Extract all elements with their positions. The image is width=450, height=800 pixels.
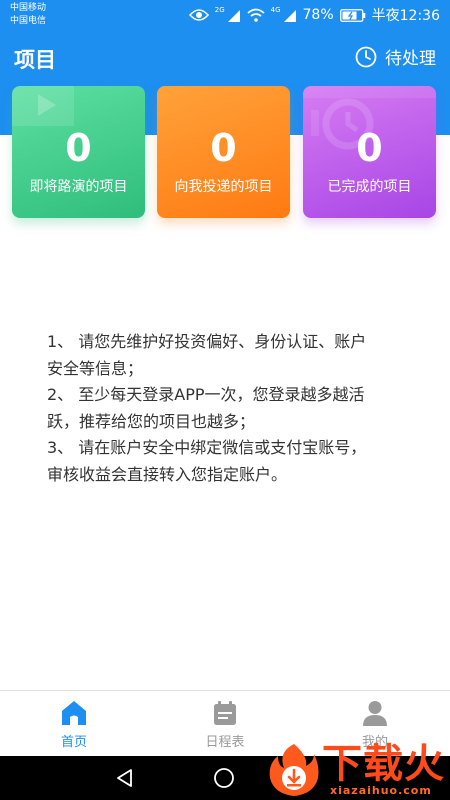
clock-time: 半夜12:36 xyxy=(371,8,440,24)
back-icon[interactable] xyxy=(114,767,136,789)
user-icon xyxy=(363,701,387,726)
tip-line: 2、 至少每天登录APP一次，您登录越多越活 xyxy=(47,385,365,404)
signal-group-1: 2G xyxy=(215,7,241,23)
nav-schedule-label: 日程表 xyxy=(205,735,245,750)
carrier-2: 中国电信 xyxy=(10,16,47,26)
watermark-text: 下载火 xyxy=(322,741,445,787)
nav-home-label: 首页 xyxy=(60,735,87,750)
nav-home[interactable]: 首页 xyxy=(29,699,119,750)
tips-text: 1、 请您先维护好投资偏好、身份认证、账户 安全等信息； 2、 至少每天登录AP… xyxy=(47,329,407,488)
signal-icon xyxy=(227,10,240,22)
carrier-info: 中国移动 中国电信 xyxy=(10,2,46,28)
card-count: 0 xyxy=(210,126,237,170)
home-icon xyxy=(62,701,86,725)
signal-group-2: 4G xyxy=(271,7,297,23)
battery-percent: 78% xyxy=(302,7,334,23)
watermark: 下载火 xiazaihuo.com xyxy=(262,740,450,800)
card-label: 向我投递的项目 xyxy=(174,179,273,195)
tip-line: 审核收益会直接转入您指定账户。 xyxy=(47,464,288,484)
pending-label: 待处理 xyxy=(385,49,436,69)
status-bar: 中国移动 中国电信 2G 4G 78% 半夜12:36 xyxy=(0,0,450,32)
download-fire-logo-icon xyxy=(269,744,319,796)
tip-line: 跃，推荐给您的项目也越多； xyxy=(47,411,256,431)
watermark-domain: xiazaihuo.com xyxy=(330,784,432,797)
eye-icon xyxy=(188,9,209,21)
app-bar: 项目 待处理 xyxy=(0,36,450,80)
screen: 中国移动 中国电信 2G 4G 78% 半夜12:36 项目 待处理 0 即将路… xyxy=(0,0,450,800)
tip-line: 3、 请在账户安全中绑定微信或支付宝账号， xyxy=(47,438,367,457)
nav-schedule[interactable]: 日程表 xyxy=(180,699,270,750)
signal-icon xyxy=(283,10,296,22)
tip-line: 安全等信息； xyxy=(47,358,144,378)
card-label: 即将路演的项目 xyxy=(29,179,128,195)
page-title: 项目 xyxy=(14,48,56,72)
card-label: 已完成的项目 xyxy=(327,179,412,195)
battery-icon xyxy=(339,8,365,22)
card-upcoming-roadshow[interactable]: 0 即将路演的项目 xyxy=(12,86,145,218)
calendar-icon xyxy=(214,701,236,725)
pending-button[interactable]: 待处理 xyxy=(355,44,436,69)
card-completed[interactable]: 0 已完成的项目 xyxy=(303,86,436,218)
status-icons: 2G 4G 78% 半夜12:36 xyxy=(188,5,440,25)
wifi-icon xyxy=(247,8,265,22)
card-delivered-to-me[interactable]: 0 向我投递的项目 xyxy=(157,86,290,218)
network-type-1: 2G xyxy=(214,6,225,14)
card-count: 0 xyxy=(356,126,383,170)
card-count: 0 xyxy=(65,126,92,170)
tip-line: 1、 请您先维护好投资偏好、身份认证、账户 xyxy=(47,332,367,351)
carrier-1: 中国移动 xyxy=(10,3,47,13)
home-circle-icon[interactable] xyxy=(213,767,235,789)
network-type-2: 4G xyxy=(270,6,281,14)
clock-icon xyxy=(355,46,377,67)
